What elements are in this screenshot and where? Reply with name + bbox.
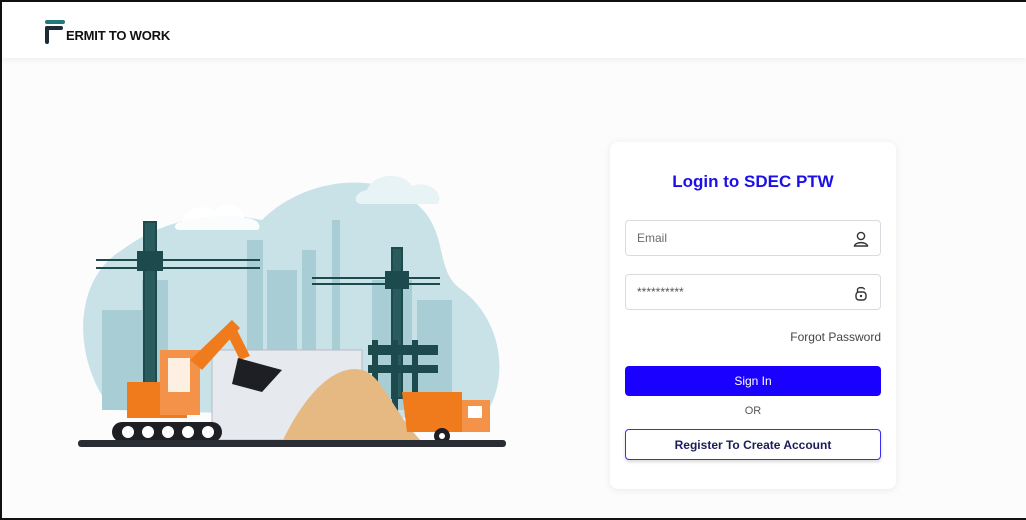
brand-logo[interactable]: ERMIT TO WORK: [42, 18, 170, 46]
or-divider: OR: [744, 405, 762, 417]
construction-illustration: [78, 175, 506, 447]
email-input[interactable]: [626, 221, 846, 255]
ground-line: [78, 440, 506, 447]
permit-logo-icon: [45, 20, 65, 44]
email-field-wrapper: [625, 220, 881, 256]
sign-in-button[interactable]: Sign In: [625, 366, 881, 396]
top-header: ERMIT TO WORK: [2, 2, 1026, 58]
brand-name: ERMIT TO WORK: [66, 27, 171, 43]
register-button[interactable]: Register To Create Account: [625, 429, 881, 460]
password-field-wrapper: [625, 274, 881, 310]
cloud-left: [174, 204, 260, 230]
login-title: Login to SDEC PTW: [672, 172, 834, 191]
login-card: Login to SDEC PTW Forgot Password Sign I…: [610, 142, 896, 489]
cloud-right: [355, 175, 440, 204]
forgot-password-link[interactable]: Forgot Password: [790, 330, 881, 344]
lock-icon: [855, 286, 867, 301]
user-icon: [853, 231, 869, 247]
password-input[interactable]: [626, 275, 846, 309]
